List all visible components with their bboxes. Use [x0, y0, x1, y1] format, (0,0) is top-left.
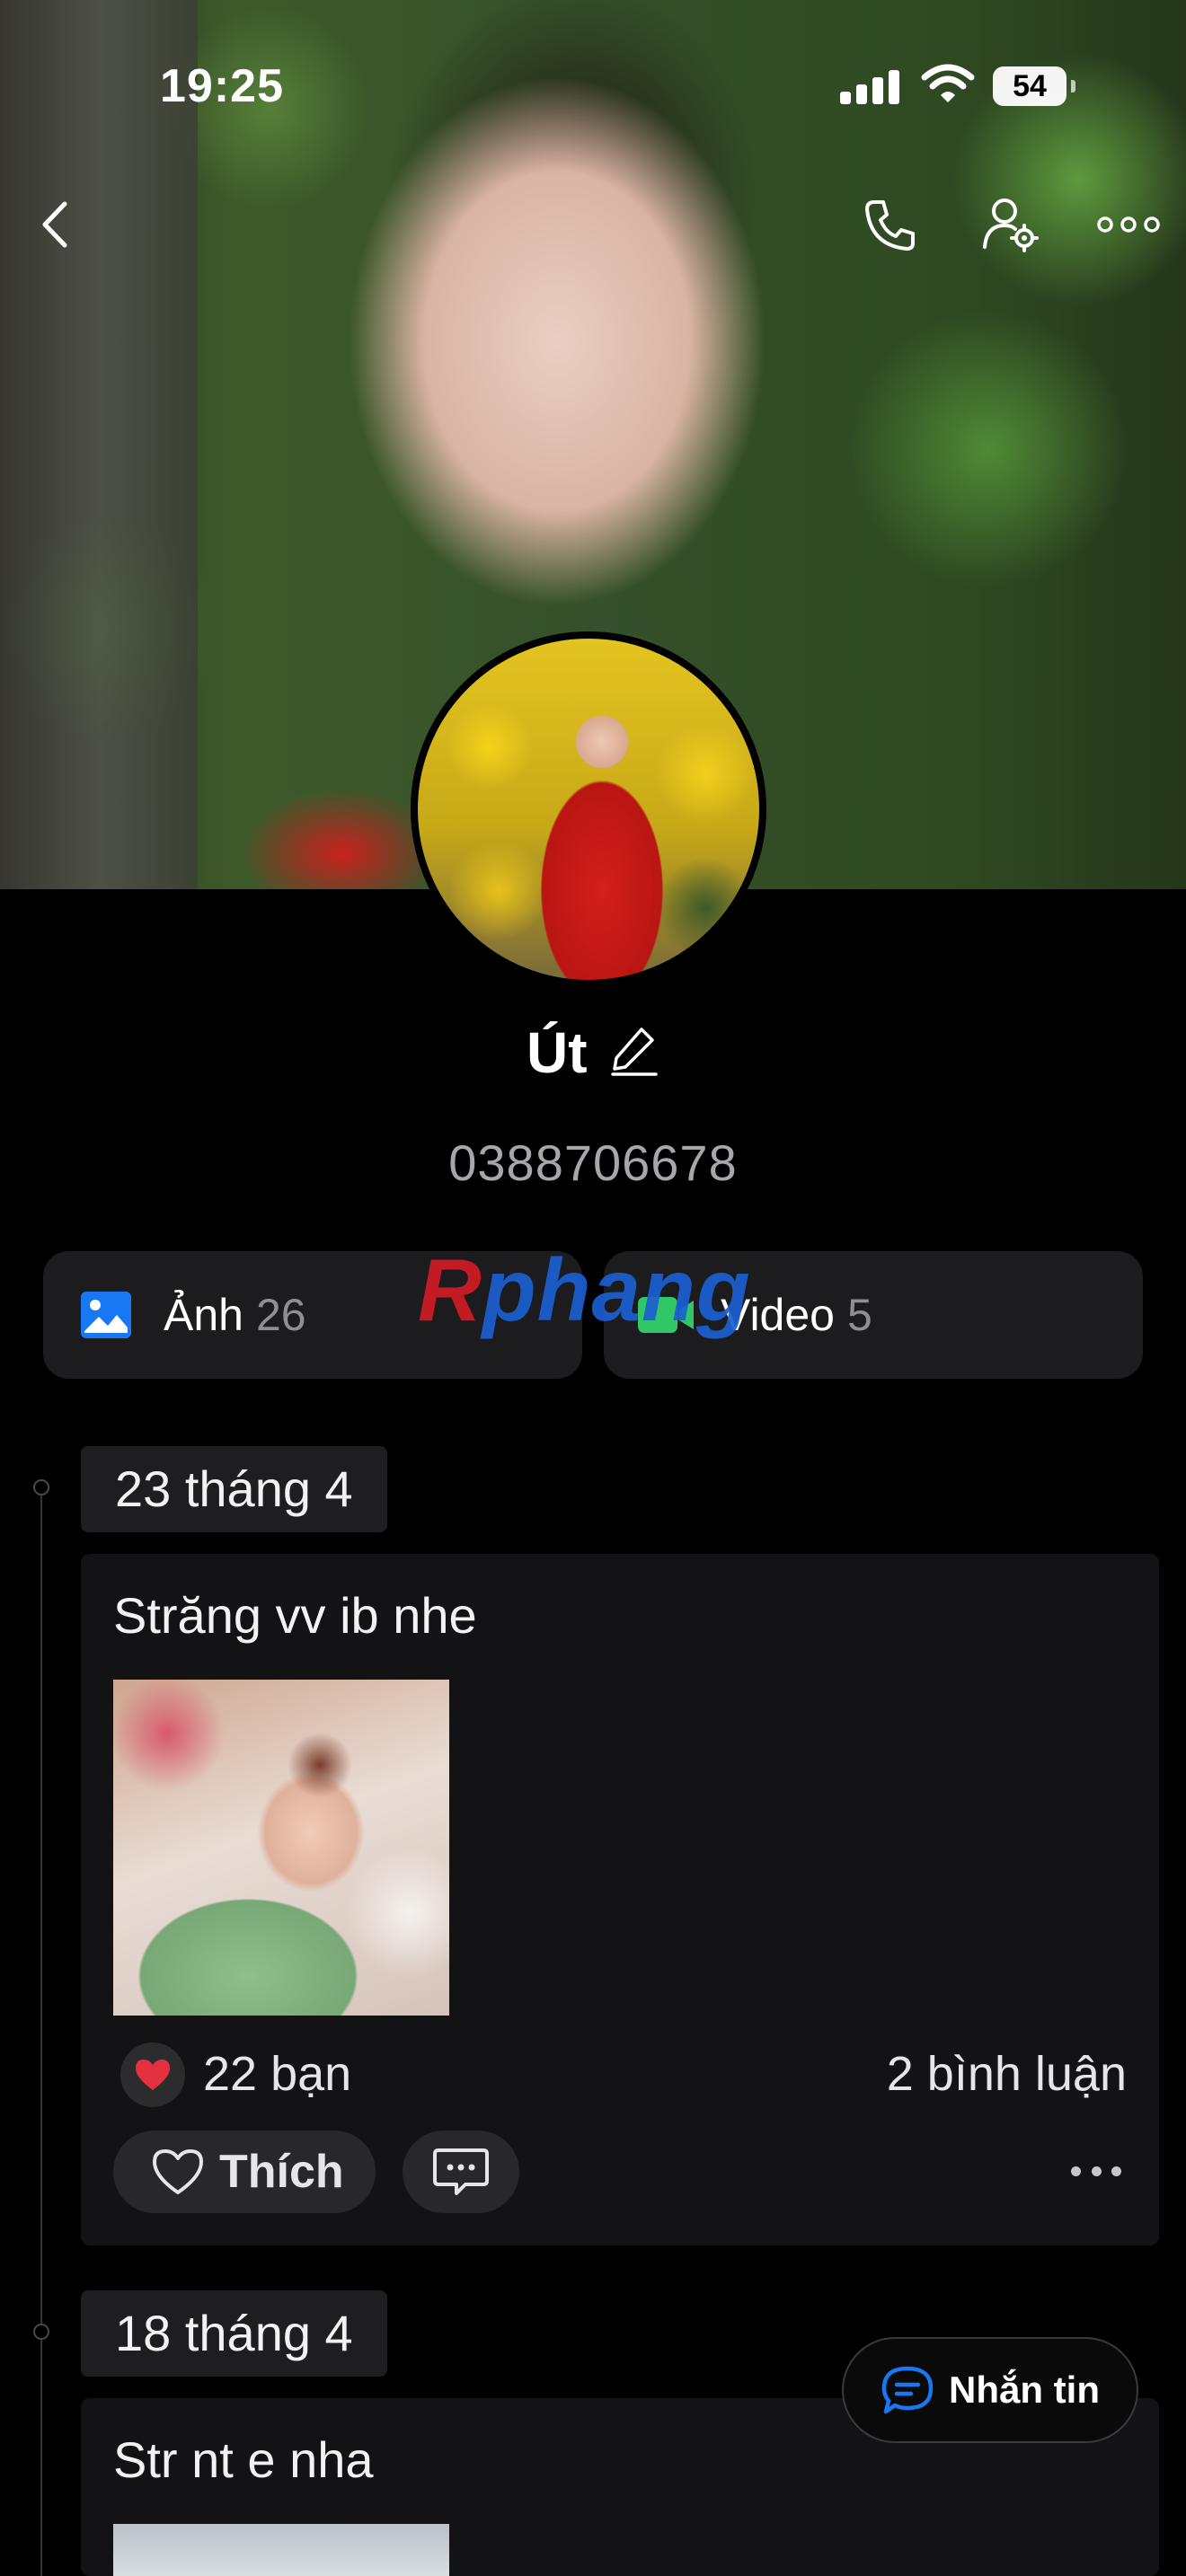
user-settings-icon[interactable]: [979, 193, 1042, 256]
post-text: Străng vv ib nhe: [113, 1587, 477, 1644]
wifi-icon: [921, 63, 975, 109]
reaction-count[interactable]: 22 bạn: [203, 2046, 351, 2102]
watermark-part2: phang: [482, 1240, 751, 1339]
phone-icon[interactable]: [858, 193, 921, 256]
message-label: Nhắn tin: [949, 2369, 1100, 2411]
watermark-part1: R: [418, 1240, 482, 1339]
chevron-left-icon[interactable]: [32, 193, 77, 256]
post-photo[interactable]: [113, 1680, 449, 2016]
post-text: Str nt e nha: [113, 2431, 374, 2488]
profile-top-nav: [0, 193, 1186, 265]
heart-outline-icon: [151, 2148, 205, 2196]
timeline-dot: [33, 1479, 49, 1495]
more-horizontal-icon[interactable]: [1094, 193, 1163, 256]
timeline-post[interactable]: Străng vv ib nhe 22 bạn 2 bình luận Thíc…: [81, 1554, 1159, 2245]
timeline-date: 23 tháng 4: [81, 1446, 387, 1532]
comment-count[interactable]: 2 bình luận: [887, 2046, 1127, 2102]
profile-phone: 0388706678: [448, 1134, 738, 1191]
status-time: 19:25: [160, 60, 284, 112]
status-bar: 19:25 54: [0, 0, 1186, 171]
comment-icon: [433, 2147, 489, 2197]
watermark-logo: Rphang: [418, 1239, 751, 1341]
timeline-dot: [33, 2324, 49, 2340]
photos-label: Ảnh: [164, 1290, 243, 1340]
photos-count: 26: [255, 1290, 306, 1340]
heart-reaction-icon: [120, 2042, 185, 2107]
image-icon: [81, 1292, 131, 1338]
like-label: Thích: [219, 2146, 344, 2198]
message-button[interactable]: Nhắn tin: [842, 2337, 1138, 2443]
post-more-icon[interactable]: [1071, 2166, 1121, 2177]
profile-name-row: Út: [0, 1019, 1186, 1086]
like-button[interactable]: Thích: [113, 2130, 376, 2213]
chat-bubble-icon: [881, 2365, 934, 2415]
timeline-line: [40, 1486, 42, 2576]
timeline-date: 18 tháng 4: [81, 2290, 387, 2377]
profile-avatar[interactable]: [411, 631, 766, 987]
post-photo[interactable]: [113, 2524, 449, 2576]
profile-name: Út: [527, 1020, 588, 1085]
cellular-signal-icon: [840, 68, 903, 104]
videos-count: 5: [846, 1290, 872, 1340]
battery-indicator: 54: [993, 66, 1075, 106]
edit-pencil-icon[interactable]: [609, 1024, 659, 1082]
comment-button[interactable]: [403, 2130, 519, 2213]
